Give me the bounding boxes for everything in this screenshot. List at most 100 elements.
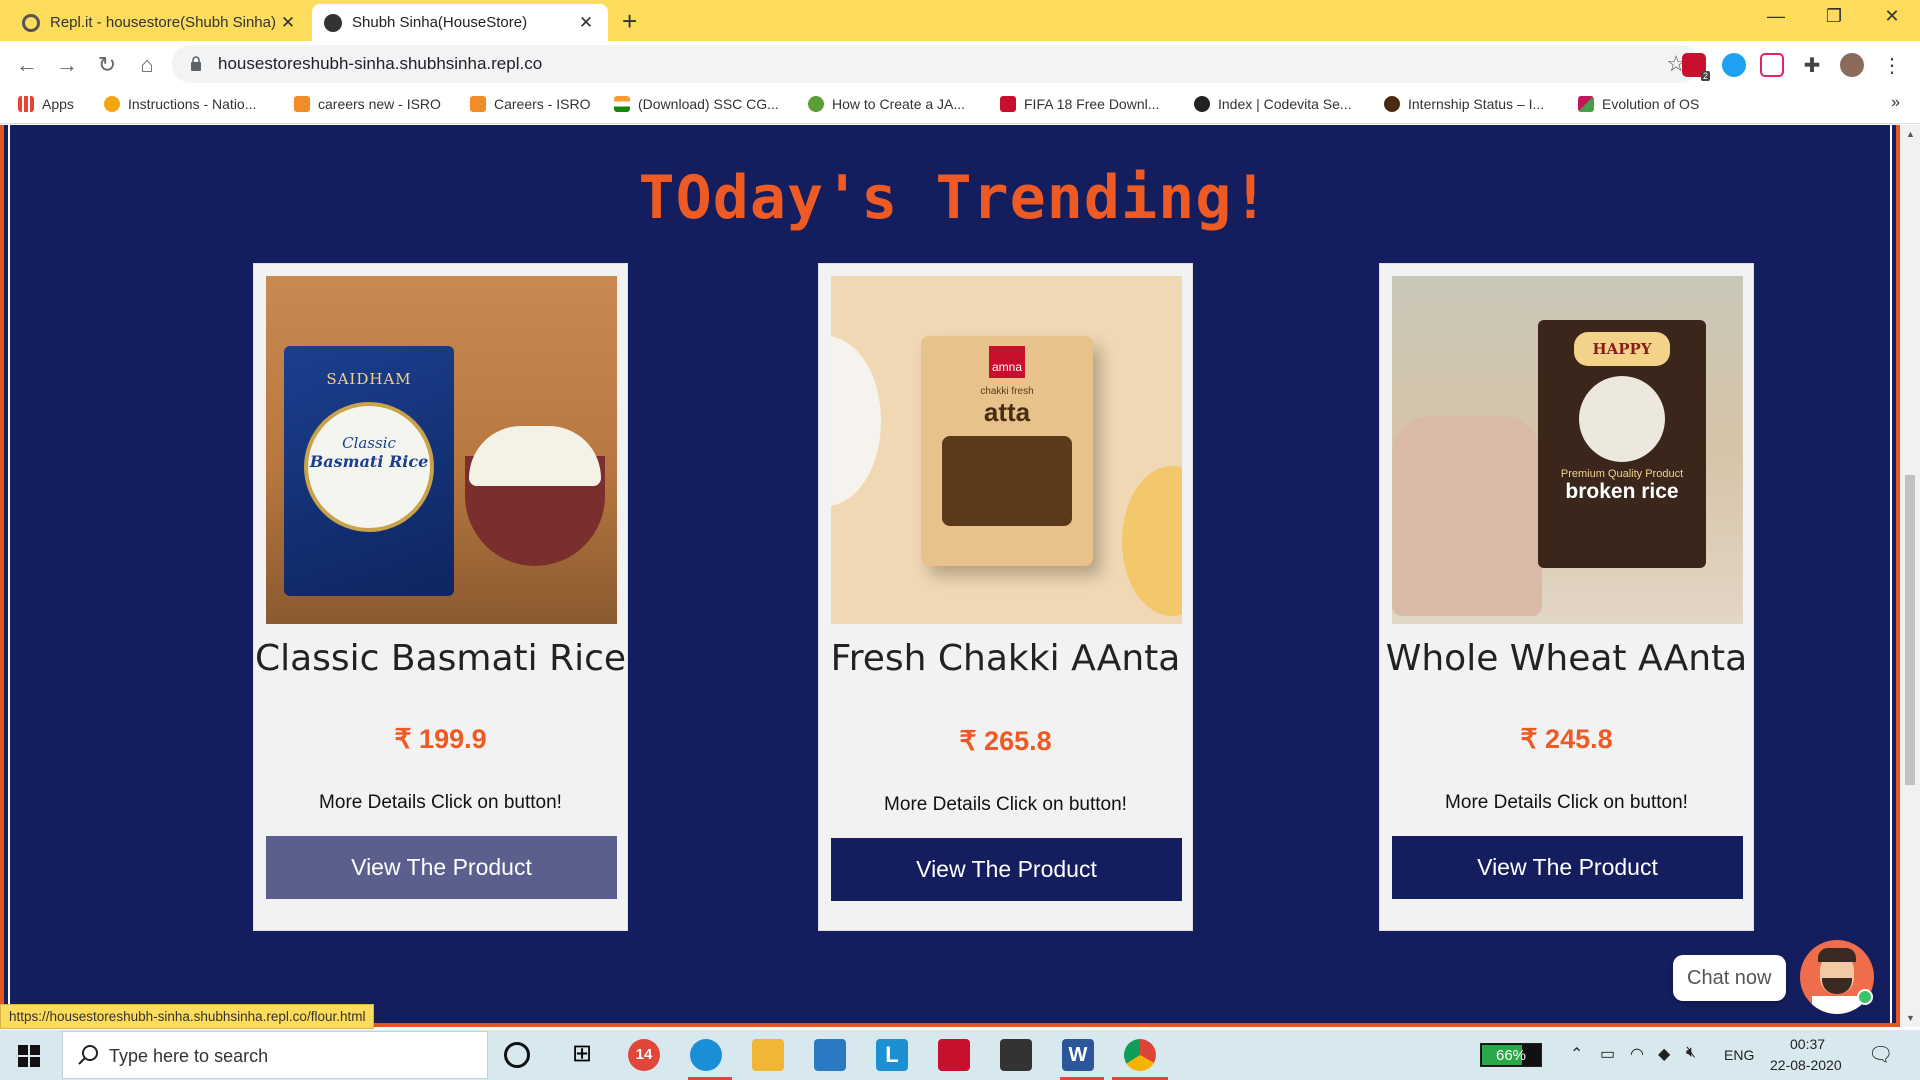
page-scrollbar[interactable]: ▲ ▼ (1900, 125, 1920, 1027)
close-icon[interactable]: ✕ (576, 13, 596, 33)
view-product-button[interactable]: View The Product (266, 836, 617, 899)
bookmark-item[interactable]: Internship Status – I... (1384, 96, 1544, 112)
avatar-beard-shape (1822, 978, 1852, 994)
chrome-icon[interactable] (1124, 1039, 1156, 1071)
page-title: TOday's Trending! (638, 163, 1270, 233)
avatar-shirt-shape (1812, 996, 1862, 1014)
close-window-icon[interactable]: ✕ (1872, 6, 1912, 27)
file-explorer-icon[interactable] (752, 1039, 784, 1071)
address-bar[interactable]: housestoreshubh-sinha.shubhsinha.repl.co… (172, 45, 1700, 83)
product-details-text: More Details Click on button! (319, 792, 562, 813)
bookmark-item[interactable]: Index | Codevita Se... (1194, 96, 1352, 112)
product-image[interactable]: HAPPY Premium Quality Product broken ric… (1392, 276, 1743, 624)
bookmark-item[interactable]: Instructions - Natio... (104, 96, 256, 112)
notifications-icon[interactable]: 🗨︎ (1868, 1042, 1893, 1067)
product-image[interactable]: SAIDHAM Classic Basmati Rice (266, 276, 617, 624)
product-details-text: More Details Click on button! (1445, 792, 1688, 813)
tab-housestore[interactable]: Shubh Sinha(HouseStore) ✕ (312, 4, 608, 41)
url-text: housestoreshubh-sinha.shubhsinha.repl.co (218, 54, 543, 73)
menu-kebab-icon[interactable]: ⋮ (1880, 53, 1904, 77)
mcafee-icon[interactable] (938, 1039, 970, 1071)
packet-line2: Basmati Rice (309, 452, 429, 471)
rice-circle-shape (1579, 376, 1665, 462)
profile-avatar[interactable] (1840, 53, 1864, 77)
word-icon[interactable]: W (1062, 1039, 1094, 1071)
bookmark-item[interactable]: How to Create a JA... (808, 96, 965, 112)
clock-time[interactable]: 00:37 (1790, 1036, 1825, 1052)
puzzle-extensions-icon[interactable]: ✚ (1800, 53, 1824, 77)
view-product-button[interactable]: View The Product (831, 838, 1182, 901)
bookmark-apps[interactable]: Apps (18, 96, 74, 112)
browser-titlebar: Repl.it - housestore(Shubh Sinha) ✕ Shub… (0, 0, 1920, 41)
packet-line1: Premium Quality Product (1560, 468, 1684, 480)
bookmark-label: Evolution of OS (1602, 96, 1700, 112)
bookmark-label: FIFA 18 Free Downl... (1024, 96, 1160, 112)
mail-icon[interactable] (814, 1039, 846, 1071)
chat-now-button[interactable]: Chat now (1673, 955, 1786, 1001)
packet-line1: chakki fresh (980, 386, 1034, 397)
atta-packet-shape: amna chakki fresh atta (921, 336, 1093, 566)
view-product-button[interactable]: View The Product (1392, 836, 1743, 899)
packet-brand: SAIDHAM (326, 370, 412, 388)
bookmark-label: (Download) SSC CG... (638, 96, 779, 112)
minimize-icon[interactable]: — (1756, 6, 1796, 27)
page-content: TOday's Trending! SAIDHAM Classic Basmat… (0, 125, 1900, 1027)
mail-badge-icon[interactable]: 14 (628, 1039, 660, 1071)
site-icon (1384, 96, 1400, 112)
bookmark-label: Internship Status – I... (1408, 96, 1545, 112)
rice-packet-shape: SAIDHAM Classic Basmati Rice (284, 346, 454, 596)
bookmark-label: Apps (42, 96, 74, 112)
bookmark-item[interactable]: careers new - ISRO (294, 96, 441, 112)
globe-icon (1194, 96, 1210, 112)
avatar-hair-shape (1818, 948, 1856, 962)
chevron-up-icon[interactable]: ⌃ (1570, 1044, 1583, 1064)
product-image[interactable]: amna chakki fresh atta (831, 276, 1182, 624)
volume-muted-icon[interactable]: 🔇︎ (1686, 1044, 1696, 1062)
store-bag-icon[interactable] (1000, 1039, 1032, 1071)
windows-start-icon[interactable] (18, 1045, 40, 1067)
scroll-up-icon[interactable]: ▲ (1906, 129, 1915, 139)
l-app-icon[interactable]: L (876, 1039, 908, 1071)
new-tab-plus-icon[interactable]: + (622, 6, 637, 37)
clock-date[interactable]: 22-08-2020 (1770, 1057, 1842, 1073)
restore-icon[interactable]: ❐ (1814, 6, 1854, 27)
search-icon (78, 1045, 98, 1065)
dropbox-icon[interactable]: ◆ (1658, 1044, 1670, 1064)
rice-mound-shape (469, 426, 601, 486)
close-icon[interactable]: ✕ (278, 13, 298, 33)
home-icon[interactable]: ⌂ (132, 50, 162, 80)
packet-line2: broken rice (1565, 480, 1679, 503)
isro-icon (294, 96, 310, 112)
shield-extension-icon[interactable]: 2 (1682, 53, 1710, 81)
india-flag-icon (614, 96, 630, 112)
edge-browser-icon[interactable] (690, 1039, 722, 1071)
bookmark-item[interactable]: (Download) SSC CG... (614, 96, 779, 112)
packet-label-circle: Classic Basmati Rice (304, 402, 434, 532)
language-indicator[interactable]: ENG (1724, 1047, 1754, 1063)
gamepad-icon (1000, 96, 1016, 112)
taskbar-search-box[interactable]: Type here to search (62, 1031, 488, 1079)
pocket-extension-icon[interactable] (1760, 53, 1784, 77)
scroll-down-icon[interactable]: ▼ (1906, 1013, 1915, 1023)
bookmarks-overflow-icon[interactable]: » (1891, 94, 1900, 112)
task-view-icon[interactable]: ⊞ (566, 1039, 598, 1071)
bookmark-item[interactable]: Evolution of OS (1578, 96, 1699, 112)
reload-icon[interactable]: ↻ (92, 50, 122, 80)
bookmark-item[interactable]: Careers - ISRO (470, 96, 590, 112)
cortana-icon[interactable] (504, 1042, 530, 1068)
tab-replit[interactable]: Repl.it - housestore(Shubh Sinha) ✕ (10, 4, 310, 41)
extension-icon[interactable] (1722, 53, 1746, 77)
rice-sack-shape (1392, 416, 1542, 616)
product-details-text: More Details Click on button! (884, 794, 1127, 815)
wifi-icon[interactable]: ◠ (1630, 1044, 1644, 1064)
back-arrow-icon[interactable]: ← (12, 50, 42, 80)
product-price: ₹ 265.8 (959, 726, 1052, 756)
battery-icon[interactable]: ▭ (1600, 1044, 1615, 1064)
battery-indicator[interactable]: 66% (1480, 1043, 1542, 1067)
bookmark-item[interactable]: FIFA 18 Free Downl... (1000, 96, 1159, 112)
bookmarks-bar: Apps Instructions - Natio... careers new… (0, 88, 1920, 124)
forward-arrow-icon[interactable]: → (52, 50, 82, 80)
scrollbar-thumb[interactable] (1905, 475, 1915, 785)
online-status-dot (1857, 989, 1873, 1005)
lock-icon (191, 56, 201, 71)
